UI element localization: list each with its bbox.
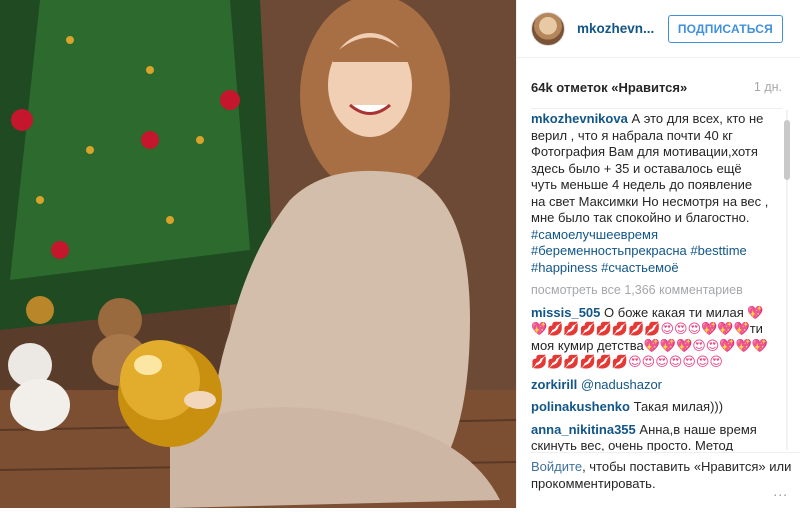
mention-link[interactable]: @nadushazor [581,377,662,392]
comment: zorkirill @nadushazor [531,377,769,394]
hashtag[interactable]: #счастьемоё [601,260,678,275]
comments-scrollbar[interactable] [782,110,792,450]
caption: mkozhevnikova А это для всех, кто не вер… [531,111,769,276]
scrollbar-thumb[interactable] [784,120,790,180]
comment-username[interactable]: polinakushenko [531,399,630,414]
comment-username[interactable]: zorkirill [531,377,577,392]
login-link[interactable]: Войдите [531,459,582,474]
comment-text: Такая милая))) [633,399,724,414]
photo-illustration [0,0,516,508]
caption-username[interactable]: mkozhevnikova [531,111,628,126]
comment: polinakushenko Такая милая))) [531,399,769,416]
post-username[interactable]: mkozhevn... [577,21,668,36]
comment-username[interactable]: missis_505 [531,305,600,320]
post-header: mkozhevn... ПОДПИСАТЬСЯ [517,0,800,58]
hashtag[interactable]: #happiness [531,260,598,275]
more-options-icon[interactable]: ... [773,483,788,500]
comment-text: О боже какая ти милая [604,304,748,320]
hashtag[interactable]: #самоелучшеевремя [531,227,658,242]
login-prompt: Войдите, чтобы поставить «Нравится» или … [531,452,800,514]
hashtag[interactable]: #besttime [690,243,746,258]
comment: anna_nikitina355 Анна,в наше время скину… [531,422,769,452]
likes-row: 64k отметок «Нравится» 1 дн. [531,78,782,109]
comment-username[interactable]: anna_nikitina355 [531,422,636,437]
hashtag[interactable]: #беременностьпрекрасна [531,243,687,258]
follow-button[interactable]: ПОДПИСАТЬСЯ [667,14,783,43]
post-time[interactable]: 1 дн. [754,80,782,94]
post-sidebar: mkozhevn... ПОДПИСАТЬСЯ 64k отметок «Нра… [516,0,800,508]
comments-list: mkozhevnikova А это для всех, кто не вер… [531,111,769,451]
comment: missis_505 О боже какая ти милая 💖💖💋💋💋💋💋… [531,305,769,371]
caption-text: А это для всех, кто не верил , что я наб… [531,111,769,225]
post-photo[interactable] [0,0,516,508]
avatar[interactable] [531,11,565,46]
likes-count[interactable]: 64k отметок «Нравится» [531,80,687,95]
instagram-post: mkozhevn... ПОДПИСАТЬСЯ 64k отметок «Нра… [0,0,800,508]
view-all-comments-link[interactable]: посмотреть все 1,366 комментариев [531,282,769,299]
